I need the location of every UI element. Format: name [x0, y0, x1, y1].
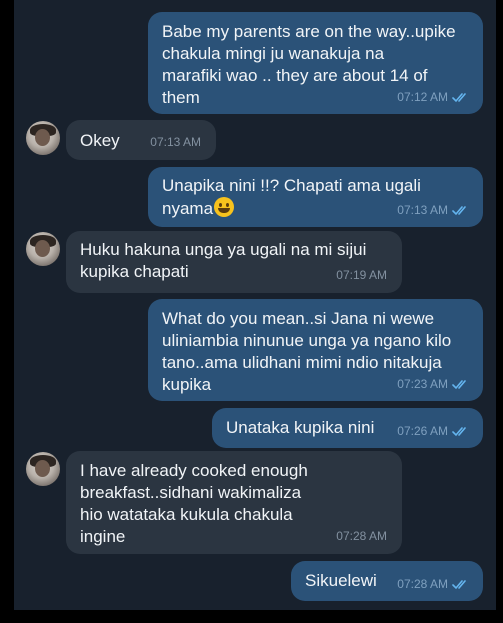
message-time: 07:28 AM — [336, 529, 387, 543]
double-check-icon — [452, 426, 466, 436]
message-meta: 07:19 AM — [336, 264, 387, 286]
message-meta: 07:23 AM — [397, 373, 469, 395]
message-bubble-incoming[interactable]: I have already cooked enough breakfast..… — [66, 451, 402, 554]
message-meta: 07:28 AM — [397, 573, 469, 595]
double-check-icon — [452, 579, 466, 589]
message-meta: 07:26 AM — [397, 420, 469, 442]
message-time: 07:26 AM — [397, 424, 448, 438]
double-check-icon — [452, 92, 466, 102]
grinning-face-emoji — [214, 197, 235, 217]
message-bubble-incoming[interactable]: Huku hakuna unga ya ugali na mi sijui ku… — [66, 231, 402, 293]
contact-avatar[interactable] — [26, 452, 60, 486]
double-check-icon — [452, 205, 466, 215]
message-time: 07:28 AM — [397, 577, 448, 591]
message-meta: 07:13 AM — [397, 199, 469, 221]
message-bubble-outgoing[interactable]: Babe my parents are on the way..upike ch… — [148, 12, 483, 114]
message-meta: 07:28 AM — [336, 525, 387, 547]
message-meta: 07:12 AM — [397, 86, 469, 108]
message-time: 07:19 AM — [336, 268, 387, 282]
contact-avatar[interactable] — [26, 121, 60, 155]
message-time: 07:13 AM — [150, 135, 201, 149]
message-time: 07:13 AM — [397, 203, 448, 217]
message-time: 07:12 AM — [397, 90, 448, 104]
message-bubble-outgoing[interactable]: What do you mean..si Jana ni wewe ulinia… — [148, 299, 483, 401]
chat-screen: Babe my parents are on the way..upike ch… — [14, 0, 496, 610]
message-bubble-outgoing[interactable]: Unapika nini !!? Chapati ama ugali nyama… — [148, 167, 483, 227]
message-bubble-incoming[interactable]: Okey 07:13 AM — [66, 120, 216, 160]
message-bubble-outgoing[interactable]: Unataka kupika nini 07:26 AM — [212, 408, 483, 448]
message-time: 07:23 AM — [397, 377, 448, 391]
message-meta: 07:13 AM — [150, 131, 201, 153]
double-check-icon — [452, 379, 466, 389]
contact-avatar[interactable] — [26, 232, 60, 266]
message-bubble-outgoing[interactable]: Sikuelewi 07:28 AM — [291, 561, 483, 601]
